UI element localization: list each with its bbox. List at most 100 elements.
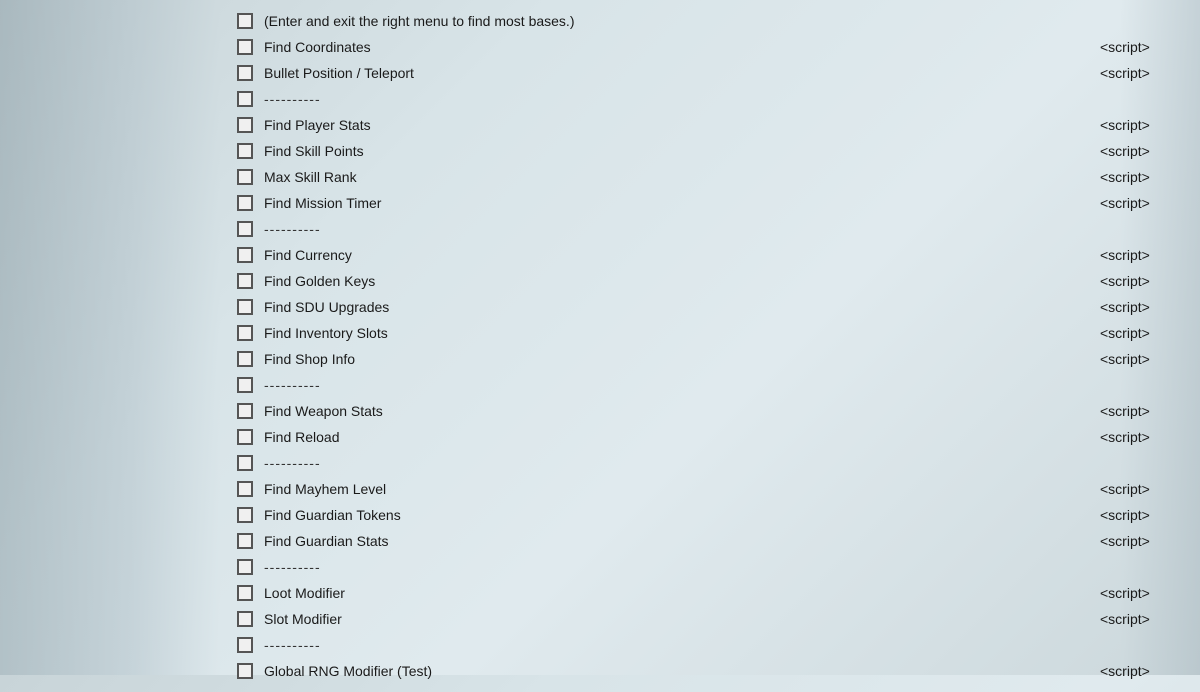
script-tag-find-inventory-slots: <script>: [1100, 325, 1180, 341]
row-intro-note: (Enter and exit the right menu to find m…: [230, 8, 1180, 34]
label-find-coordinates: Find Coordinates: [260, 39, 1100, 55]
checkbox-intro-note[interactable]: [237, 13, 253, 29]
label-find-guardian-tokens: Find Guardian Tokens: [260, 507, 1100, 523]
row-loot-modifier: Loot Modifier<script>: [230, 580, 1180, 606]
label-sep3: ----------: [260, 377, 1180, 393]
label-sep2: ----------: [260, 221, 1180, 237]
row-sep1: ----------: [230, 86, 1180, 112]
checkbox-wrapper-slot-modifier: [230, 611, 260, 627]
label-find-currency: Find Currency: [260, 247, 1100, 263]
checkbox-wrapper-find-weapon-stats: [230, 403, 260, 419]
label-find-guardian-stats: Find Guardian Stats: [260, 533, 1100, 549]
label-global-rng-modifier: Global RNG Modifier (Test): [260, 663, 1100, 679]
label-slot-modifier: Slot Modifier: [260, 611, 1100, 627]
checkbox-sep4[interactable]: [237, 455, 253, 471]
row-find-mission-timer: Find Mission Timer<script>: [230, 190, 1180, 216]
script-tag-find-mission-timer: <script>: [1100, 195, 1180, 211]
checkbox-find-mayhem-level[interactable]: [237, 481, 253, 497]
label-find-sdu-upgrades: Find SDU Upgrades: [260, 299, 1100, 315]
label-intro-note: (Enter and exit the right menu to find m…: [260, 13, 1180, 29]
checkbox-wrapper-sep5: [230, 559, 260, 575]
row-find-coordinates: Find Coordinates<script>: [230, 34, 1180, 60]
script-tag-find-golden-keys: <script>: [1100, 273, 1180, 289]
script-tag-slot-modifier: <script>: [1100, 611, 1180, 627]
checkbox-sep6[interactable]: [237, 637, 253, 653]
label-sep4: ----------: [260, 455, 1180, 471]
row-find-skill-points: Find Skill Points<script>: [230, 138, 1180, 164]
checkbox-wrapper-global-rng-modifier: [230, 663, 260, 679]
row-find-guardian-tokens: Find Guardian Tokens<script>: [230, 502, 1180, 528]
row-find-golden-keys: Find Golden Keys<script>: [230, 268, 1180, 294]
checkbox-wrapper-find-mayhem-level: [230, 481, 260, 497]
label-find-mission-timer: Find Mission Timer: [260, 195, 1100, 211]
label-find-player-stats: Find Player Stats: [260, 117, 1100, 133]
row-find-inventory-slots: Find Inventory Slots<script>: [230, 320, 1180, 346]
checkbox-wrapper-sep1: [230, 91, 260, 107]
checkbox-wrapper-find-reload: [230, 429, 260, 445]
script-tag-loot-modifier: <script>: [1100, 585, 1180, 601]
checkbox-wrapper-bullet-position: [230, 65, 260, 81]
checkbox-find-sdu-upgrades[interactable]: [237, 299, 253, 315]
checkbox-find-weapon-stats[interactable]: [237, 403, 253, 419]
checkbox-sep2[interactable]: [237, 221, 253, 237]
script-tag-global-rng-modifier: <script>: [1100, 663, 1180, 679]
checkbox-max-skill-rank[interactable]: [237, 169, 253, 185]
row-sep4: ----------: [230, 450, 1180, 476]
checkbox-wrapper-find-golden-keys: [230, 273, 260, 289]
row-find-shop-info: Find Shop Info<script>: [230, 346, 1180, 372]
checkbox-find-coordinates[interactable]: [237, 39, 253, 55]
script-tag-find-weapon-stats: <script>: [1100, 403, 1180, 419]
row-sep2: ----------: [230, 216, 1180, 242]
checkbox-wrapper-find-inventory-slots: [230, 325, 260, 341]
checkbox-wrapper-intro-note: [230, 13, 260, 29]
row-sep5: ----------: [230, 554, 1180, 580]
label-max-skill-rank: Max Skill Rank: [260, 169, 1100, 185]
checkbox-find-shop-info[interactable]: [237, 351, 253, 367]
checkbox-find-mission-timer[interactable]: [237, 195, 253, 211]
main-content: (Enter and exit the right menu to find m…: [230, 0, 1200, 692]
label-find-skill-points: Find Skill Points: [260, 143, 1100, 159]
checkbox-find-skill-points[interactable]: [237, 143, 253, 159]
row-sep6: ----------: [230, 632, 1180, 658]
checkbox-bullet-position[interactable]: [237, 65, 253, 81]
script-tag-find-sdu-upgrades: <script>: [1100, 299, 1180, 315]
row-find-mayhem-level: Find Mayhem Level<script>: [230, 476, 1180, 502]
script-tag-max-skill-rank: <script>: [1100, 169, 1180, 185]
label-find-shop-info: Find Shop Info: [260, 351, 1100, 367]
label-find-weapon-stats: Find Weapon Stats: [260, 403, 1100, 419]
checkbox-wrapper-find-skill-points: [230, 143, 260, 159]
checkbox-wrapper-sep6: [230, 637, 260, 653]
checkbox-wrapper-find-shop-info: [230, 351, 260, 367]
checkbox-loot-modifier[interactable]: [237, 585, 253, 601]
label-sep1: ----------: [260, 91, 1180, 107]
checkbox-find-guardian-stats[interactable]: [237, 533, 253, 549]
checkbox-wrapper-sep2: [230, 221, 260, 237]
script-tag-find-guardian-stats: <script>: [1100, 533, 1180, 549]
label-loot-modifier: Loot Modifier: [260, 585, 1100, 601]
checkbox-wrapper-find-guardian-tokens: [230, 507, 260, 523]
checkbox-wrapper-max-skill-rank: [230, 169, 260, 185]
label-sep5: ----------: [260, 559, 1180, 575]
script-tag-find-player-stats: <script>: [1100, 117, 1180, 133]
checkbox-sep3[interactable]: [237, 377, 253, 393]
row-global-rng-modifier: Global RNG Modifier (Test)<script>: [230, 658, 1180, 684]
checkbox-wrapper-find-coordinates: [230, 39, 260, 55]
row-find-player-stats: Find Player Stats<script>: [230, 112, 1180, 138]
checkbox-sep5[interactable]: [237, 559, 253, 575]
script-tag-find-reload: <script>: [1100, 429, 1180, 445]
label-sep6: ----------: [260, 637, 1180, 653]
checkbox-sep1[interactable]: [237, 91, 253, 107]
checkbox-find-player-stats[interactable]: [237, 117, 253, 133]
checkbox-global-rng-modifier[interactable]: [237, 663, 253, 679]
checkbox-find-guardian-tokens[interactable]: [237, 507, 253, 523]
checkbox-slot-modifier[interactable]: [237, 611, 253, 627]
script-tag-find-mayhem-level: <script>: [1100, 481, 1180, 497]
checkbox-find-inventory-slots[interactable]: [237, 325, 253, 341]
checkbox-wrapper-find-player-stats: [230, 117, 260, 133]
checkbox-wrapper-find-sdu-upgrades: [230, 299, 260, 315]
script-tag-find-skill-points: <script>: [1100, 143, 1180, 159]
checkbox-wrapper-sep4: [230, 455, 260, 471]
checkbox-find-currency[interactable]: [237, 247, 253, 263]
checkbox-find-golden-keys[interactable]: [237, 273, 253, 289]
checkbox-find-reload[interactable]: [237, 429, 253, 445]
